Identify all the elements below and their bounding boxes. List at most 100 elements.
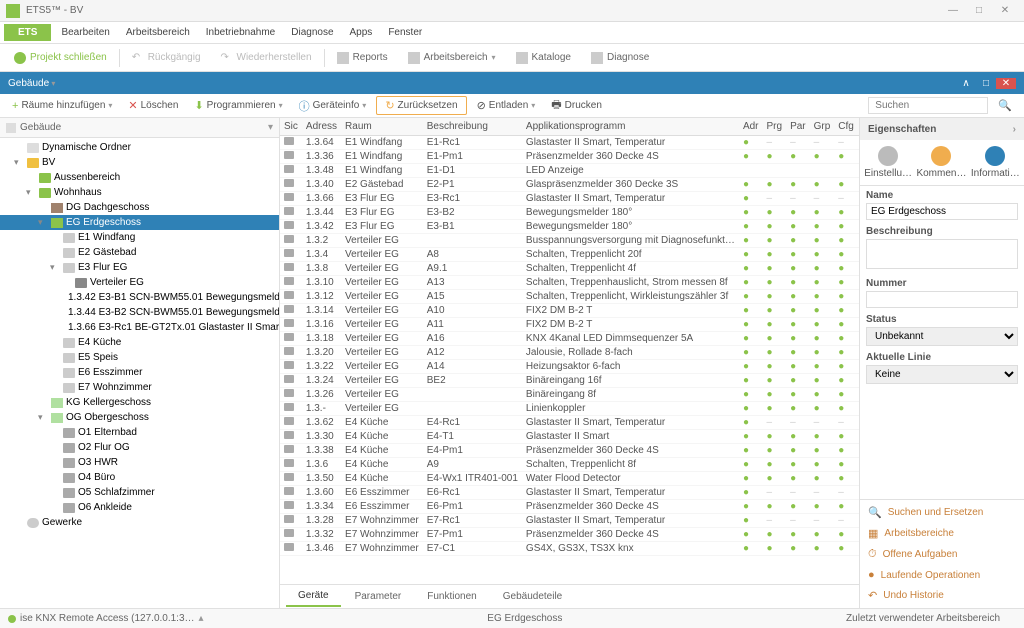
table-row[interactable]: 1.3.38E4 KücheE4-Pm1Präsenzmelder 360 De…: [280, 444, 859, 458]
tab-geräte[interactable]: Geräte: [286, 586, 341, 607]
menu-arbeitsbereich[interactable]: Arbeitsbereich: [118, 24, 198, 41]
linie-select[interactable]: Keine: [866, 365, 1018, 384]
tree-item[interactable]: O3 HWR: [0, 455, 279, 470]
table-row[interactable]: 1.3.64E1 WindfangE1-Rc1Glastaster II Sma…: [280, 136, 859, 150]
col-header[interactable]: Cfg: [834, 118, 858, 136]
table-row[interactable]: 1.3.12Verteiler EGA15Schalten, Treppenli…: [280, 290, 859, 304]
table-row[interactable]: 1.3.26Verteiler EGBinäreingang 8f●●●●●MD…: [280, 388, 859, 402]
reports-button[interactable]: Reports: [329, 49, 396, 67]
tree-item[interactable]: E2 Gästebad: [0, 245, 279, 260]
expand-icon[interactable]: ▾: [38, 217, 48, 228]
tree-item[interactable]: 1.3.66 E3-Rc1 BE-GT2Tx.01 Glastaster II …: [0, 320, 279, 335]
tree-item[interactable]: Aussenbereich: [0, 170, 279, 185]
table-row[interactable]: 1.3.28E7 WohnzimmerE7-Rc1Glastaster II S…: [280, 514, 859, 528]
workspace-button[interactable]: Arbeitsbereich: [400, 49, 504, 67]
search-input[interactable]: [868, 97, 988, 114]
add-rooms-button[interactable]: +Räume hinzufügen: [6, 98, 118, 114]
tree-item[interactable]: ▾OG Obergeschoss: [0, 410, 279, 425]
table-row[interactable]: 1.3.44E3 Flur EGE3-B2Bewegungsmelder 180…: [280, 206, 859, 220]
tree-item[interactable]: 1.3.44 E3-B2 SCN-BWM55.01 Bewegungsmelde…: [0, 305, 279, 320]
tree-item[interactable]: O5 Schlafzimmer: [0, 485, 279, 500]
col-header[interactable]: Par: [786, 118, 810, 136]
table-row[interactable]: 1.3.4Verteiler EGA8Schalten, Treppenlich…: [280, 248, 859, 262]
props-tab-info[interactable]: Informati…: [971, 146, 1020, 179]
redo-button[interactable]: ↷Wiederherstellen: [213, 49, 320, 67]
expand-icon[interactable]: ▾: [26, 187, 36, 198]
print-button[interactable]: 🖶Drucken: [545, 94, 608, 117]
props-header[interactable]: Eigenschaften›: [860, 118, 1024, 140]
tab-funktionen[interactable]: Funktionen: [415, 587, 488, 606]
delete-button[interactable]: ✕Löschen: [122, 97, 184, 114]
col-header[interactable]: Sic: [280, 118, 302, 136]
props-tab-settings[interactable]: Einstellu…: [864, 146, 912, 179]
table-row[interactable]: 1.3.-Verteiler EGLinienkoppler●●●●●MDT t…: [280, 402, 859, 416]
col-header[interactable]: Prg: [763, 118, 787, 136]
tree-item[interactable]: ▾EG Erdgeschoss: [0, 215, 279, 230]
props-link[interactable]: ⏱Offene Aufgaben: [860, 544, 1024, 565]
menu-diagnose[interactable]: Diagnose: [283, 24, 341, 41]
panel-close-button[interactable]: ✕: [996, 78, 1016, 89]
tree-item[interactable]: E5 Speis: [0, 350, 279, 365]
table-row[interactable]: 1.3.32E7 WohnzimmerE7-Pm1Präsenzmelder 3…: [280, 528, 859, 542]
deviceinfo-button[interactable]: ⓘGeräteinfo: [293, 96, 373, 116]
table-row[interactable]: 1.3.34E6 EsszimmerE6-Pm1Präsenzmelder 36…: [280, 500, 859, 514]
minimize-button[interactable]: —: [940, 5, 966, 16]
table-row[interactable]: 1.3.14Verteiler EGA10FIX2 DM B-2 T●●●●●T…: [280, 304, 859, 318]
status-remote[interactable]: ise KNX Remote Access (127.0.0.1:3… ▴: [8, 613, 204, 624]
device-grid[interactable]: SicAdressRaumBeschreibungApplikationspro…: [280, 118, 859, 584]
menu-fenster[interactable]: Fenster: [380, 24, 430, 41]
table-row[interactable]: 1.3.62E4 KücheE4-Rc1Glastaster II Smart,…: [280, 416, 859, 430]
props-tab-comments[interactable]: Kommen…: [916, 146, 966, 179]
tree-item[interactable]: Verteiler EG: [0, 275, 279, 290]
table-row[interactable]: 1.3.24Verteiler EGBE2Binäreingang 16f●●●…: [280, 374, 859, 388]
expand-icon[interactable]: ▾: [38, 412, 48, 423]
panel-title[interactable]: Gebäude: [8, 78, 956, 89]
props-link[interactable]: ▦Arbeitsbereiche: [860, 523, 1024, 544]
col-header[interactable]: Adr: [739, 118, 763, 136]
tree-item[interactable]: DG Dachgeschoss: [0, 200, 279, 215]
table-row[interactable]: 1.3.22Verteiler EGA14Heizungsaktor 6-fac…: [280, 360, 859, 374]
table-row[interactable]: 1.3.48E1 WindfangE1-D1LED AnzeigeMDT tec…: [280, 164, 859, 178]
col-header[interactable]: Hersteller: [858, 118, 859, 136]
table-row[interactable]: 1.3.42E3 Flur EGE3-B1Bewegungsmelder 180…: [280, 220, 859, 234]
name-input[interactable]: [866, 203, 1018, 220]
status-select[interactable]: Unbekannt: [866, 327, 1018, 346]
tree-item[interactable]: O1 Elternbad: [0, 425, 279, 440]
menu-inbetriebnahme[interactable]: Inbetriebnahme: [198, 24, 284, 41]
tree-item[interactable]: Dynamische Ordner: [0, 140, 279, 155]
table-row[interactable]: 1.3.8Verteiler EGA9.1Schalten, Treppenli…: [280, 262, 859, 276]
ets-menu[interactable]: ETS: [4, 24, 51, 41]
table-row[interactable]: 1.3.60E6 EsszimmerE6-Rc1Glastaster II Sm…: [280, 486, 859, 500]
table-row[interactable]: 1.3.18Verteiler EGA16KNX 4Kanal LED Dimm…: [280, 332, 859, 346]
tree-item[interactable]: O4 Büro: [0, 470, 279, 485]
expand-icon[interactable]: ▾: [14, 157, 24, 168]
catalogs-button[interactable]: Kataloge: [508, 49, 579, 67]
tree-item[interactable]: KG Kellergeschoss: [0, 395, 279, 410]
tree-item[interactable]: 1.3.42 E3-B1 SCN-BWM55.01 Bewegungsmelde…: [0, 290, 279, 305]
tree-item[interactable]: ▾BV: [0, 155, 279, 170]
tree-header[interactable]: Gebäude ▾: [0, 118, 279, 138]
tab-gebäudeteile[interactable]: Gebäudeteile: [491, 587, 575, 606]
tree[interactable]: Dynamische Ordner▾BVAussenbereich▾Wohnha…: [0, 138, 279, 608]
close-project-button[interactable]: Projekt schließen: [6, 49, 115, 67]
menu-apps[interactable]: Apps: [342, 24, 381, 41]
table-row[interactable]: 1.3.2Verteiler EGBusspannungsversorgung …: [280, 234, 859, 248]
table-row[interactable]: 1.3.66E3 Flur EGE3-Rc1Glastaster II Smar…: [280, 192, 859, 206]
table-row[interactable]: 1.3.10Verteiler EGA13Schalten, Treppenha…: [280, 276, 859, 290]
menu-bearbeiten[interactable]: Bearbeiten: [53, 24, 117, 41]
props-link[interactable]: 🔍Suchen und Ersetzen: [860, 502, 1024, 523]
table-row[interactable]: 1.3.16Verteiler EGA11FIX2 DM B-2 T●●●●●T…: [280, 318, 859, 332]
tree-item[interactable]: E7 Wohnzimmer: [0, 380, 279, 395]
table-row[interactable]: 1.3.46E7 WohnzimmerE7-C1GS4X, GS3X, TS3X…: [280, 542, 859, 556]
close-window-button[interactable]: ✕: [992, 5, 1018, 16]
panel-min-button[interactable]: ∧: [956, 78, 976, 89]
expand-icon[interactable]: ▾: [50, 262, 60, 273]
col-header[interactable]: Applikationsprogramm: [522, 118, 739, 136]
tree-item[interactable]: Gewerke: [0, 515, 279, 530]
tab-parameter[interactable]: Parameter: [343, 587, 414, 606]
tree-item[interactable]: E1 Windfang: [0, 230, 279, 245]
maximize-button[interactable]: □: [966, 5, 992, 16]
col-header[interactable]: Adress: [302, 118, 341, 136]
table-row[interactable]: 1.3.6E4 KücheA9Schalten, Treppenlicht 8f…: [280, 458, 859, 472]
table-row[interactable]: 1.3.40E2 GästebadE2-P1Glaspräsenzmelder …: [280, 178, 859, 192]
